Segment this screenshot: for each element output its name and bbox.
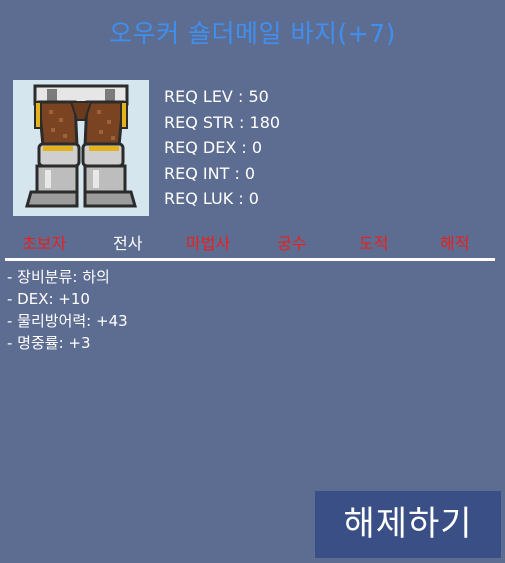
job-magician: 마법사 [186, 234, 231, 253]
job-beginner: 초보자 [22, 234, 67, 253]
stat-dex: - DEX: +10 [7, 290, 90, 308]
req-str: REQ STR : 180 [164, 112, 281, 132]
item-icon-frame [13, 80, 149, 216]
job-pirate: 해적 [440, 234, 470, 253]
section-divider [5, 258, 495, 261]
req-dex: REQ DEX : 0 [164, 138, 263, 157]
job-thief: 도적 [359, 234, 389, 253]
job-archer: 궁수 [277, 234, 307, 253]
stat-defense: - 물리방어력: +43 [7, 312, 128, 330]
unequip-button[interactable]: 해제하기 [315, 491, 501, 558]
req-level: REQ LEV : 50 [164, 87, 269, 106]
requirements-list: REQ LEV : 50 REQ STR : 180 REQ DEX : 0 R… [164, 84, 280, 212]
req-int: REQ INT : 0 [164, 163, 256, 183]
stat-accuracy: - 명중률: +3 [7, 334, 91, 352]
job-warrior: 전사 [113, 234, 143, 253]
armor-pants-icon [25, 84, 137, 208]
job-restrictions: 초보자 전사 마법사 궁수 도적 해적 [0, 230, 505, 254]
item-stats: - 장비분류: 하의 - DEX: +10 - 물리방어력: +43 - 명중률… [7, 266, 128, 354]
item-title: 오우커 숄더메일 바지(+7) [109, 19, 396, 48]
req-luk: REQ LUK : 0 [164, 189, 259, 208]
stat-category: - 장비분류: 하의 [7, 268, 110, 286]
